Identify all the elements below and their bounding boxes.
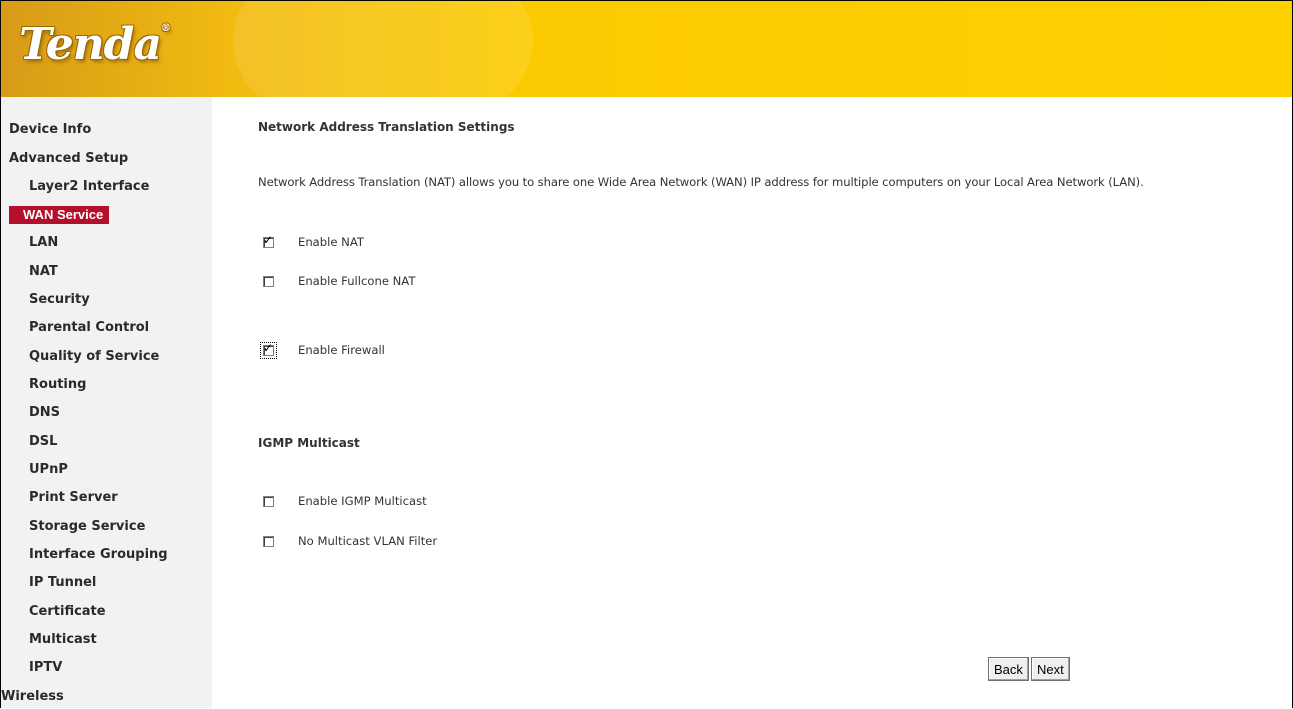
enable-firewall-option: ✓ Enable Firewall — [260, 341, 385, 359]
sidebar-item-security[interactable]: Security — [29, 291, 90, 309]
sidebar-item-upnp[interactable]: UPnP — [29, 461, 68, 479]
enable-firewall-checkbox[interactable]: ✓ — [260, 341, 277, 359]
sidebar-item-dsl[interactable]: DSL — [29, 433, 57, 451]
sidebar-item-routing[interactable]: Routing — [29, 376, 86, 394]
sidebar-item-advanced-setup[interactable]: Advanced Setup — [9, 150, 128, 168]
sidebar-item-device-info[interactable]: Device Info — [9, 121, 91, 139]
header-banner: Tenda® — [1, 1, 1292, 97]
next-button[interactable]: Next — [1031, 657, 1070, 681]
enable-fullcone-nat-label: Enable Fullcone NAT — [298, 274, 416, 288]
enable-fullcone-nat-option: Enable Fullcone NAT — [263, 273, 415, 289]
sidebar-item-storage-service[interactable]: Storage Service — [29, 518, 145, 536]
enable-igmp-multicast-checkbox[interactable] — [263, 495, 274, 507]
sidebar-item-lan[interactable]: LAN — [29, 234, 58, 252]
enable-nat-option: ✓ Enable NAT — [263, 233, 364, 250]
main-content: Network Address Translation Settings Net… — [213, 97, 1292, 708]
no-multicast-vlan-filter-checkbox[interactable] — [263, 535, 274, 547]
igmp-heading: IGMP Multicast — [258, 436, 360, 450]
sidebar-item-quality-of-service[interactable]: Quality of Service — [29, 348, 159, 366]
no-multicast-vlan-filter-label: No Multicast VLAN Filter — [298, 534, 438, 548]
sidebar-item-nat[interactable]: NAT — [29, 263, 58, 281]
page-title: Network Address Translation Settings — [258, 120, 515, 134]
sidebar-item-multicast[interactable]: Multicast — [29, 631, 97, 649]
checkmark-icon: ✓ — [263, 232, 274, 247]
sidebar-item-ip-tunnel[interactable]: IP Tunnel — [29, 574, 96, 592]
banner-decoration — [233, 1, 533, 97]
tenda-logo: Tenda® — [19, 19, 171, 70]
enable-nat-label: Enable NAT — [298, 235, 364, 249]
sidebar-item-iptv[interactable]: IPTV — [29, 659, 62, 677]
sidebar-item-layer2-interface[interactable]: Layer2 Interface — [29, 178, 149, 196]
enable-fullcone-nat-checkbox[interactable] — [263, 275, 274, 287]
router-admin-page: Tenda® Device Info Advanced Setup Layer2… — [0, 0, 1293, 708]
sidebar-nav: Device Info Advanced Setup Layer2 Interf… — [1, 97, 212, 708]
sidebar-item-certificate[interactable]: Certificate — [29, 603, 106, 621]
sidebar-item-parental-control[interactable]: Parental Control — [29, 319, 149, 337]
sidebar-item-interface-grouping[interactable]: Interface Grouping — [29, 546, 168, 564]
enable-firewall-label: Enable Firewall — [298, 343, 385, 357]
sidebar-item-wireless[interactable]: Wireless — [1, 688, 64, 706]
checkmark-icon: ✓ — [263, 340, 274, 355]
sidebar-item-wan-service[interactable]: WAN Service — [9, 206, 110, 224]
nat-description: Network Address Translation (NAT) allows… — [258, 175, 1144, 189]
back-button[interactable]: Back — [988, 657, 1029, 681]
no-multicast-vlan-filter-option: No Multicast VLAN Filter — [263, 533, 437, 549]
sidebar-item-print-server[interactable]: Print Server — [29, 489, 118, 507]
enable-igmp-multicast-option: Enable IGMP Multicast — [263, 493, 427, 509]
enable-igmp-multicast-label: Enable IGMP Multicast — [298, 494, 427, 508]
sidebar-item-dns[interactable]: DNS — [29, 404, 60, 422]
enable-nat-checkbox[interactable]: ✓ — [263, 233, 274, 248]
